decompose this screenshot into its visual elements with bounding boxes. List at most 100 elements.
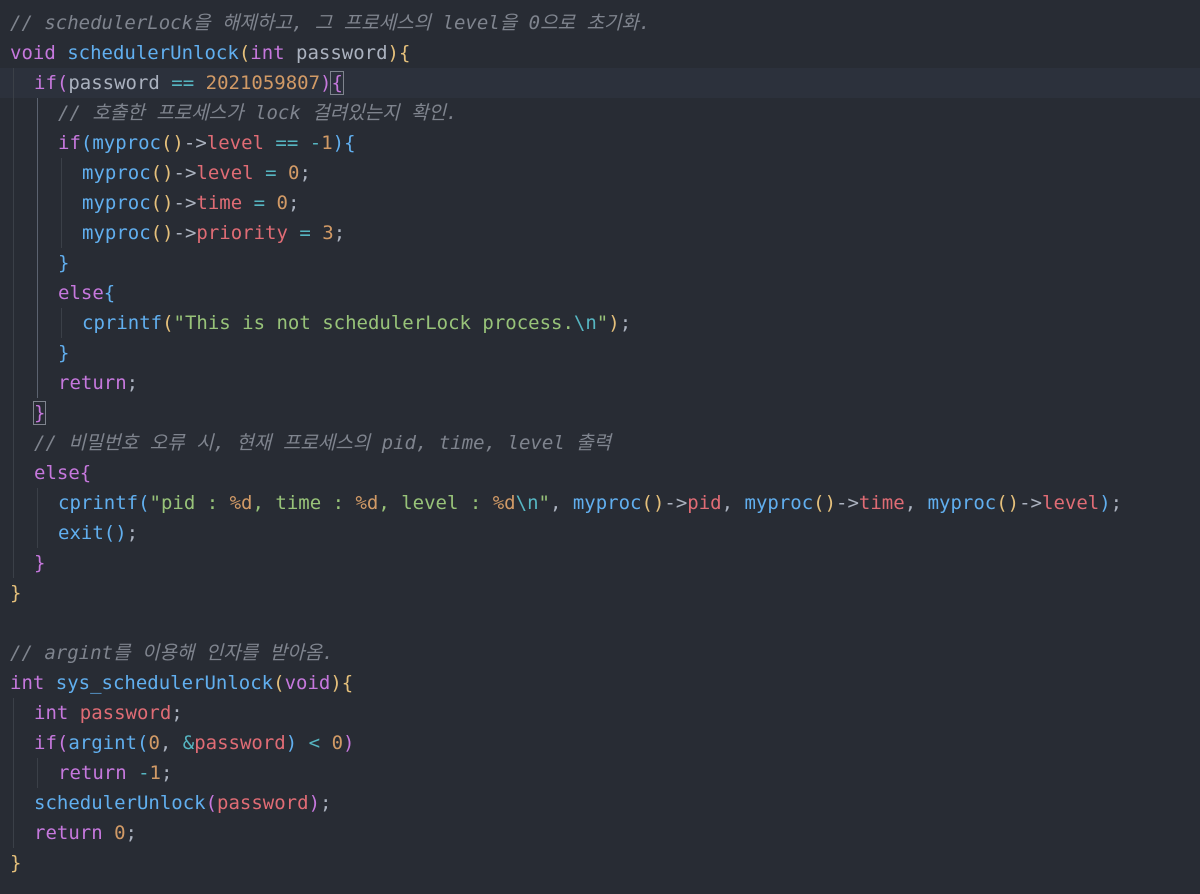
code-line[interactable]: } (0, 338, 1200, 368)
indent-guide (61, 158, 62, 188)
indent-guide (37, 338, 38, 368)
code-token: -> (173, 192, 197, 214)
code-token: else (58, 282, 104, 304)
code-token: return (58, 762, 127, 784)
code-token: \n (573, 312, 597, 334)
indent-guide (37, 128, 38, 158)
code-line[interactable]: cprintf("This is not schedulerLock proce… (0, 308, 1200, 338)
code-token: ; (320, 792, 332, 814)
code-token: ) (387, 42, 399, 64)
code-line[interactable]: else{ (0, 278, 1200, 308)
code-token: { (399, 42, 411, 64)
indent-guide (13, 188, 14, 218)
code-token: myproc (82, 192, 151, 214)
code-line[interactable]: } (0, 548, 1200, 578)
code-token: { (330, 71, 344, 95)
code-line[interactable]: else{ (0, 458, 1200, 488)
code-line[interactable]: } (0, 248, 1200, 278)
code-token: password (194, 732, 286, 754)
code-text: int sys_schedulerUnlock(void){ (10, 668, 353, 698)
code-line[interactable]: // 비밀번호 오류 시, 현재 프로세스의 pid, time, level … (0, 428, 1200, 458)
indent-guide (13, 158, 14, 188)
code-line[interactable]: void schedulerUnlock(int password){ (0, 38, 1200, 68)
code-text: } (32, 398, 47, 428)
code-editor[interactable]: // schedulerLock을 해제하고, 그 프로세스의 level을 0… (0, 0, 1200, 894)
code-text: myproc()->time = 0; (82, 188, 299, 218)
code-token: -> (173, 162, 197, 184)
code-token: ; (1110, 492, 1123, 514)
code-line[interactable]: return -1; (0, 758, 1200, 788)
code-token: ( (273, 672, 285, 694)
code-line[interactable]: int password; (0, 698, 1200, 728)
code-token: ) (1099, 492, 1111, 514)
code-token: ; (126, 522, 139, 544)
indent-guide (13, 308, 14, 338)
code-line[interactable]: } (0, 578, 1200, 608)
code-token: { (341, 672, 354, 694)
code-token: argint (68, 732, 137, 754)
code-token: () (160, 132, 184, 154)
code-line[interactable]: cprintf("pid : %d, time : %d, level : %d… (0, 488, 1200, 518)
code-token: 1 (149, 762, 161, 784)
code-token: } (32, 401, 47, 425)
code-token: password (284, 42, 388, 64)
code-token: myproc (927, 492, 997, 514)
code-line[interactable]: if(myproc()->level == -1){ (0, 128, 1200, 158)
code-token: %d (229, 492, 253, 514)
code-line[interactable] (0, 608, 1200, 638)
indent-guide (13, 518, 14, 548)
code-line[interactable]: // 호출한 프로세스가 lock 걸려있는지 확인. (0, 98, 1200, 128)
code-token: ( (138, 492, 150, 514)
code-token: ; (161, 762, 173, 784)
code-line[interactable]: myproc()->level = 0; (0, 158, 1200, 188)
code-line[interactable]: if(argint(0, &password) < 0) (0, 728, 1200, 758)
code-text: else{ (34, 458, 91, 488)
code-text: // schedulerLock을 해제하고, 그 프로세스의 level을 0… (10, 8, 650, 38)
code-token: == (171, 72, 195, 94)
code-line[interactable]: // argint를 이용해 인자를 받아옴. (0, 638, 1200, 668)
code-token: -> (836, 492, 859, 514)
code-line[interactable]: // schedulerLock을 해제하고, 그 프로세스의 level을 0… (0, 8, 1200, 38)
code-token: , (159, 732, 183, 754)
code-token: , level : (378, 492, 493, 514)
code-line[interactable]: exit(); (0, 518, 1200, 548)
code-token: int (250, 42, 285, 64)
code-line[interactable]: int sys_schedulerUnlock(void){ (0, 668, 1200, 698)
code-token: ( (56, 732, 69, 754)
code-line[interactable]: myproc()->time = 0; (0, 188, 1200, 218)
indent-guide (13, 758, 14, 788)
code-token: time (858, 492, 905, 514)
code-text: } (34, 548, 45, 578)
code-token: if (58, 132, 81, 154)
code-text: cprintf("This is not schedulerLock proce… (82, 308, 631, 338)
code-token: } (10, 582, 22, 604)
indent-guide (13, 128, 14, 158)
code-token: myproc (572, 492, 642, 514)
indent-guide (37, 308, 38, 338)
code-line[interactable]: } (0, 398, 1200, 428)
code-token: = (265, 162, 277, 184)
code-line[interactable]: if(password == 2021059807){ (0, 68, 1200, 98)
code-token: myproc (82, 222, 151, 244)
code-token: ( (205, 792, 218, 814)
code-token: 2021059807 (205, 72, 321, 94)
indent-guide (37, 758, 38, 788)
indent-guide (37, 248, 38, 278)
code-token: int (34, 702, 69, 724)
code-line[interactable]: myproc()->priority = 3; (0, 218, 1200, 248)
code-line[interactable]: schedulerUnlock(password); (0, 788, 1200, 818)
code-token: level (1042, 492, 1100, 514)
code-token: ) (332, 132, 345, 154)
code-line[interactable]: } (0, 848, 1200, 878)
code-line[interactable]: return 0; (0, 818, 1200, 848)
code-line[interactable]: return; (0, 368, 1200, 398)
code-token: { (344, 132, 356, 154)
code-token: -> (1019, 492, 1042, 514)
